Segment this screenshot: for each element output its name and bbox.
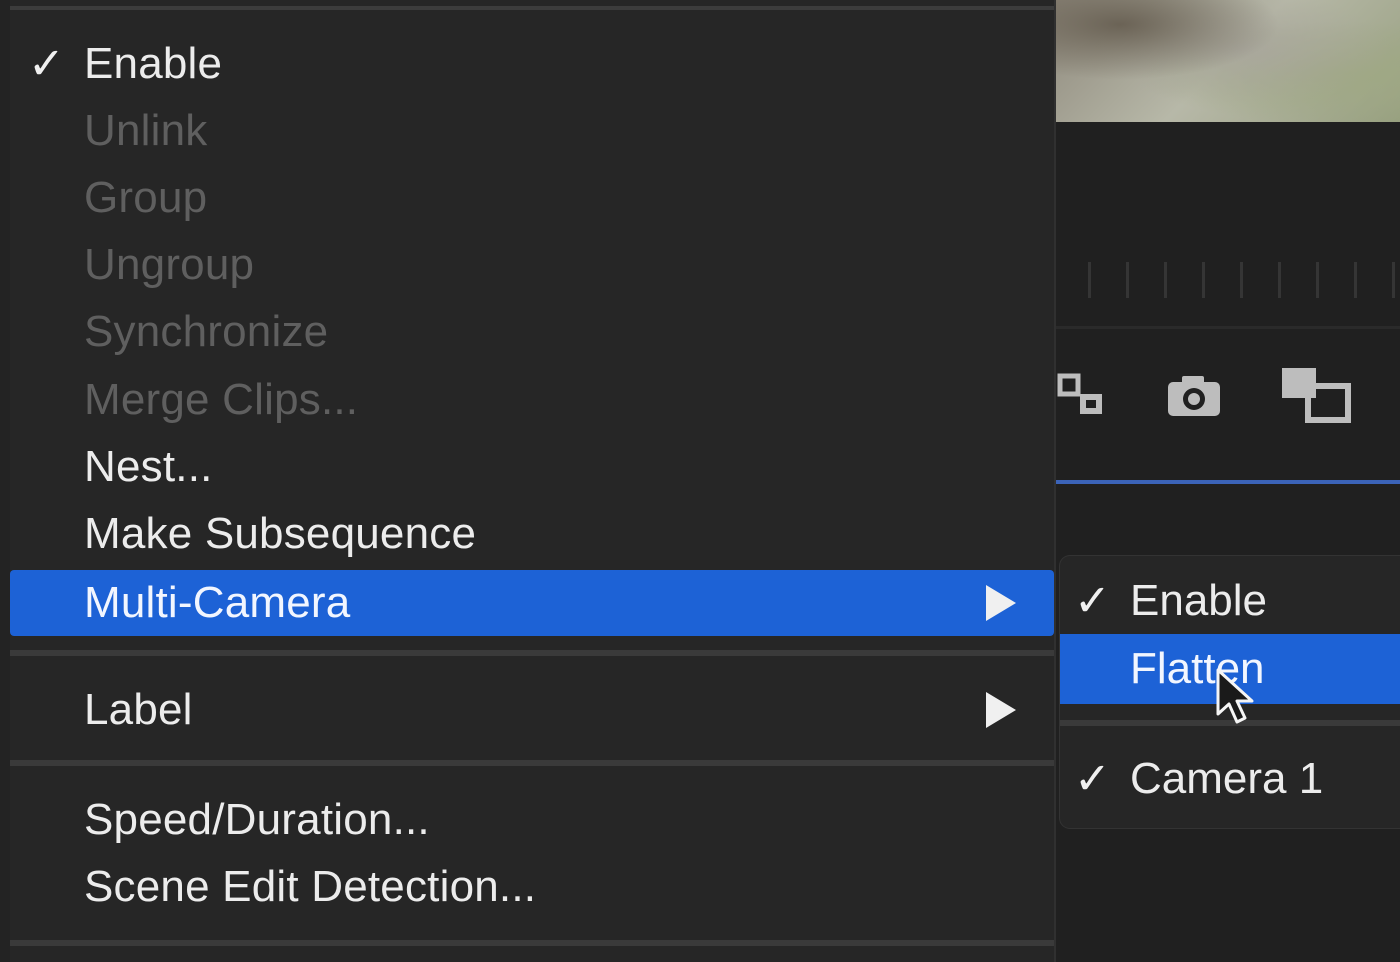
monitor-toolbar xyxy=(1050,340,1400,450)
clip-context-menu: ✓ Enable Unlink Group Ungroup Synchroniz… xyxy=(10,0,1056,962)
menu-item-label: Make Subsequence xyxy=(84,509,477,558)
menu-item-ungroup: Ungroup xyxy=(10,233,1054,297)
multi-display-icon[interactable] xyxy=(1278,364,1354,424)
submenu-item-label: Camera 1 xyxy=(1130,754,1324,803)
menu-separator xyxy=(10,760,1054,766)
menu-item-label: Label xyxy=(84,685,193,734)
mouse-pointer-icon xyxy=(1216,668,1254,724)
checkmark-icon: ✓ xyxy=(1074,576,1111,626)
menu-item-label-submenu[interactable]: Label xyxy=(10,678,1054,742)
menu-separator xyxy=(10,940,1054,946)
menu-item-label: Unlink xyxy=(84,106,208,155)
timeline-ruler[interactable] xyxy=(1050,262,1400,298)
menu-item-label: Scene Edit Detection... xyxy=(84,862,537,911)
menu-item-label: Synchronize xyxy=(84,307,329,356)
menu-item-unlink: Unlink xyxy=(10,99,1054,163)
menu-item-label: Group xyxy=(84,173,208,222)
link-clips-icon[interactable] xyxy=(1054,370,1110,420)
timeline-playhead-line xyxy=(1050,480,1400,484)
menu-item-label: Merge Clips... xyxy=(84,375,359,424)
checkmark-icon: ✓ xyxy=(1074,754,1111,804)
menu-item-group: Group xyxy=(10,166,1054,230)
menu-item-scene-edit-detection[interactable]: Scene Edit Detection... xyxy=(10,855,1054,919)
submenu-item-enable[interactable]: ✓ Enable xyxy=(1060,566,1400,636)
checkmark-icon: ✓ xyxy=(28,39,65,89)
panel-divider xyxy=(1050,326,1400,329)
menu-separator xyxy=(10,650,1054,656)
menu-item-label: Enable xyxy=(84,39,223,88)
menu-item-synchronize: Synchronize xyxy=(10,300,1054,364)
menu-item-label: Ungroup xyxy=(84,240,255,289)
submenu-item-camera-1[interactable]: ✓ Camera 1 xyxy=(1060,744,1400,814)
program-monitor-panel xyxy=(1050,122,1400,962)
menu-item-enable[interactable]: ✓ Enable xyxy=(10,32,1054,96)
clip-thumbnail xyxy=(1050,0,1400,122)
left-edge-panel xyxy=(0,0,10,962)
camera-icon[interactable] xyxy=(1164,372,1224,420)
menu-item-label: Multi-Camera xyxy=(84,578,351,627)
app-window: ✓ Enable Unlink Group Ungroup Synchroniz… xyxy=(0,0,1400,962)
menu-item-speed-duration[interactable]: Speed/Duration... xyxy=(10,788,1054,852)
menu-item-nest[interactable]: Nest... xyxy=(10,435,1054,499)
submenu-arrow-icon xyxy=(986,692,1016,728)
menu-separator xyxy=(10,6,1054,10)
menu-item-multi-camera[interactable]: Multi-Camera xyxy=(10,570,1054,636)
submenu-arrow-icon xyxy=(986,585,1016,621)
menu-item-label: Nest... xyxy=(84,442,213,491)
submenu-item-label: Enable xyxy=(1130,576,1268,625)
menu-item-label: Speed/Duration... xyxy=(84,795,430,844)
menu-item-merge-clips: Merge Clips... xyxy=(10,368,1054,432)
menu-item-make-subsequence[interactable]: Make Subsequence xyxy=(10,502,1054,566)
